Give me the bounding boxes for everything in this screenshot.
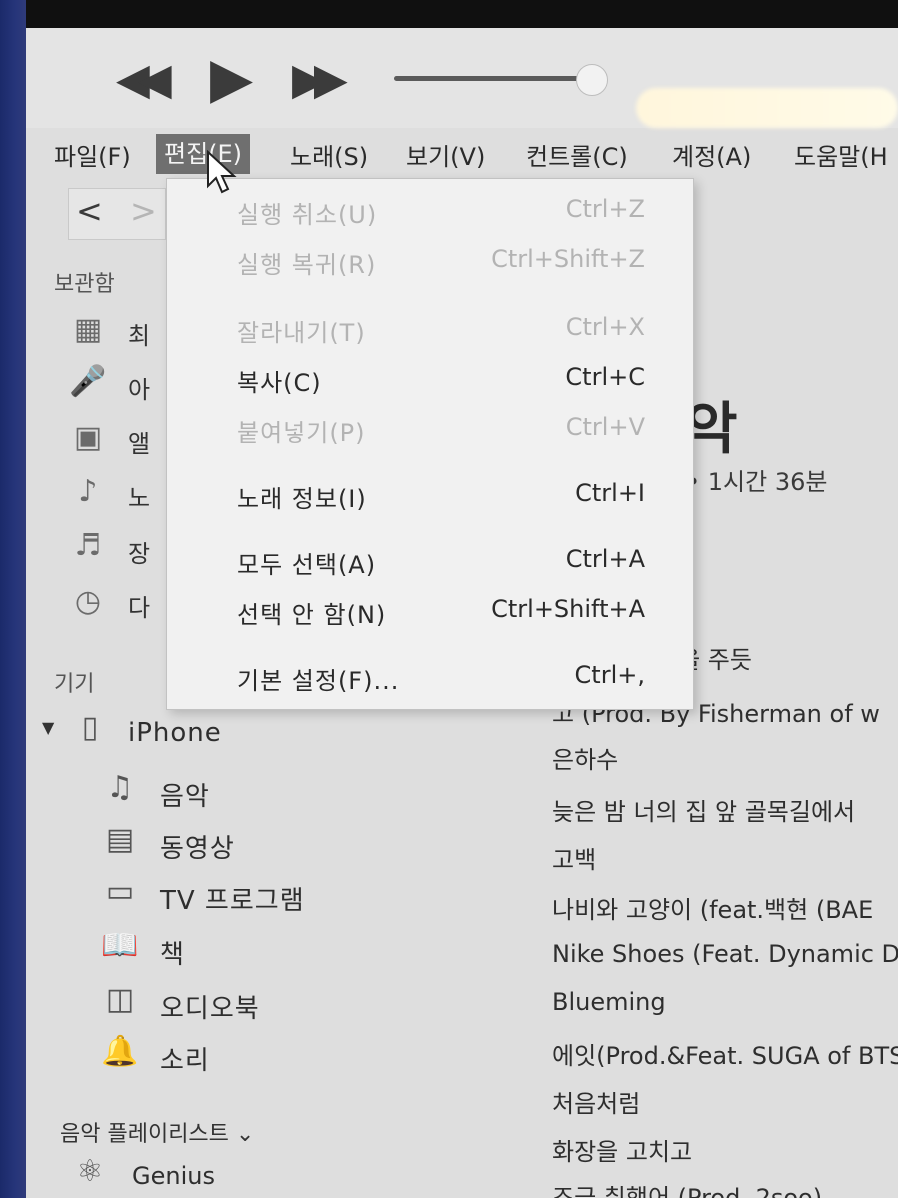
tv-icon: ▭	[105, 874, 135, 909]
edit-menu-dropdown: 실행 취소(U) Ctrl+Z 실행 복귀(R) Ctrl+Shift+Z 잘라…	[166, 178, 694, 710]
menu-item-redo[interactable]: 실행 복귀(R) Ctrl+Shift+Z	[167, 239, 693, 283]
playlists-header-label: 음악 플레이리스트	[60, 1122, 229, 1147]
menu-item-shortcut: Ctrl+C	[565, 363, 645, 391]
menu-item-cut[interactable]: 잘라내기(T) Ctrl+X	[167, 307, 693, 351]
menu-account[interactable]: 계정(A)	[672, 137, 751, 172]
menu-item-shortcut: Ctrl+Z	[565, 195, 645, 223]
menu-item-select-none[interactable]: 선택 안 함(N) Ctrl+Shift+A	[167, 589, 693, 633]
menu-item-shortcut: Ctrl+Shift+A	[491, 595, 645, 623]
back-button[interactable]: <	[76, 192, 103, 230]
song-row[interactable]: 나비와 고양이 (feat.백현 (BAE	[552, 890, 873, 925]
mouse-cursor-icon	[207, 150, 237, 194]
song-row[interactable]: 고백	[552, 840, 596, 875]
menu-help[interactable]: 도움말(H	[794, 137, 888, 172]
monitor-bezel-left	[0, 0, 26, 1198]
book-icon: 📖	[101, 928, 139, 963]
play-icon[interactable]: ▶	[210, 46, 253, 111]
menu-item-label: 기본 설정(F)...	[237, 667, 400, 695]
menu-item-shortcut: Ctrl+V	[565, 413, 645, 441]
device-item-movies[interactable]: 동영상	[160, 828, 235, 865]
device-item-tones[interactable]: 소리	[160, 1040, 210, 1077]
forward-button[interactable]: >	[130, 192, 157, 230]
devices-header: 기기	[54, 672, 95, 697]
menu-item-label: 잘라내기(T)	[237, 319, 366, 347]
status-display	[636, 88, 898, 128]
disclosure-triangle-icon[interactable]: ▼	[42, 718, 54, 737]
fast-forward-icon[interactable]: ▶▶	[292, 54, 348, 105]
playlists-header[interactable]: 음악 플레이리스트 ⌄	[60, 1116, 254, 1148]
microphone-icon: 🎤	[69, 364, 107, 399]
song-row[interactable]: Blueming	[552, 988, 666, 1016]
player-bar: ◀◀ ▶ ▶▶	[26, 28, 898, 128]
library-header: 보관함	[54, 272, 115, 297]
sidebar-item-artists[interactable]: 아	[128, 370, 150, 405]
device-item-books[interactable]: 책	[160, 934, 185, 971]
menu-item-copy[interactable]: 복사(C) Ctrl+C	[167, 357, 693, 401]
menu-item-preferences[interactable]: 기본 설정(F)... Ctrl+,	[167, 655, 693, 699]
album-icon: ▣	[73, 420, 103, 455]
menu-item-label: 실행 복귀(R)	[237, 251, 377, 279]
volume-slider[interactable]	[394, 76, 594, 81]
audiobook-icon: ◫	[105, 982, 135, 1017]
atom-icon: ⚛	[76, 1154, 104, 1189]
device-item-music[interactable]: 음악	[160, 776, 210, 813]
song-row[interactable]: 늦은 밤 너의 집 앞 골목길에서	[552, 792, 855, 827]
device-item-audiobooks[interactable]: 오디오북	[160, 988, 260, 1025]
genre-icon: ♬	[74, 528, 102, 563]
rewind-icon[interactable]: ◀◀	[116, 54, 172, 105]
menu-item-song-info[interactable]: 노래 정보(I) Ctrl+I	[167, 473, 693, 517]
menu-item-label: 실행 취소(U)	[237, 201, 378, 229]
menu-item-label: 선택 안 함(N)	[237, 601, 387, 629]
music-note-icon: ♪	[78, 474, 98, 509]
monitor-bezel-top	[0, 0, 898, 28]
menu-item-shortcut: Ctrl+Shift+Z	[491, 245, 645, 273]
device-item-tv[interactable]: TV 프로그램	[160, 880, 305, 917]
song-row[interactable]: 에잇(Prod.&Feat. SUGA of BTS	[552, 1036, 898, 1071]
menu-view[interactable]: 보기(V)	[406, 137, 485, 172]
menu-controls[interactable]: 컨트롤(C)	[526, 137, 628, 172]
song-row[interactable]: 은하수	[552, 740, 618, 775]
device-iphone[interactable]: iPhone	[128, 718, 222, 748]
menu-file[interactable]: 파일(F)	[54, 137, 131, 172]
menu-item-label: 붙여넣기(P)	[237, 419, 366, 447]
sidebar-item-songs[interactable]: 노	[128, 478, 150, 513]
sidebar-item-genres[interactable]: 장	[128, 534, 150, 569]
iphone-icon: ▯	[81, 710, 99, 745]
song-row[interactable]: 처음처럼	[552, 1084, 640, 1119]
menu-item-shortcut: Ctrl+,	[574, 661, 645, 689]
menu-song[interactable]: 노래(S)	[290, 137, 368, 172]
bell-icon: 🔔	[101, 1034, 139, 1069]
menu-item-select-all[interactable]: 모두 선택(A) Ctrl+A	[167, 539, 693, 583]
music-note-icon: ♫	[106, 770, 134, 805]
song-row[interactable]: Nike Shoes (Feat. Dynamic Du	[552, 940, 898, 968]
song-row[interactable]: 조금 취했어 (Prod. 2soo)	[552, 1178, 822, 1198]
playlist-genius[interactable]: Genius	[132, 1162, 215, 1190]
volume-knob[interactable]	[576, 64, 608, 96]
menu-bar: 파일(F) 편집(E) 노래(S) 보기(V) 컨트롤(C) 계정(A) 도움말…	[26, 131, 898, 177]
menu-item-label: 노래 정보(I)	[237, 485, 367, 513]
menu-item-paste[interactable]: 붙여넣기(P) Ctrl+V	[167, 407, 693, 451]
film-icon: ▤	[105, 822, 135, 857]
menu-item-undo[interactable]: 실행 취소(U) Ctrl+Z	[167, 189, 693, 233]
sidebar-item-albums[interactable]: 앨	[128, 424, 150, 459]
download-icon: ◷	[74, 584, 102, 619]
playlist-meta: • 1시간 36분	[686, 468, 828, 496]
menu-item-label: 복사(C)	[237, 369, 322, 397]
itunes-window: ◀◀ ▶ ▶▶ 파일(F) 편집(E) 노래(S) 보기(V) 컨트롤(C) 계…	[26, 28, 898, 1198]
calendar-grid-icon: ▦	[73, 312, 103, 347]
menu-item-label: 모두 선택(A)	[237, 551, 377, 579]
sidebar-item-recent[interactable]: 최	[128, 316, 150, 351]
menu-item-shortcut: Ctrl+A	[565, 545, 645, 573]
sidebar-item-downloaded[interactable]: 다	[128, 588, 150, 623]
menu-item-shortcut: Ctrl+I	[575, 479, 645, 507]
menu-item-shortcut: Ctrl+X	[565, 313, 645, 341]
song-row[interactable]: 화장을 고치고	[552, 1132, 692, 1167]
